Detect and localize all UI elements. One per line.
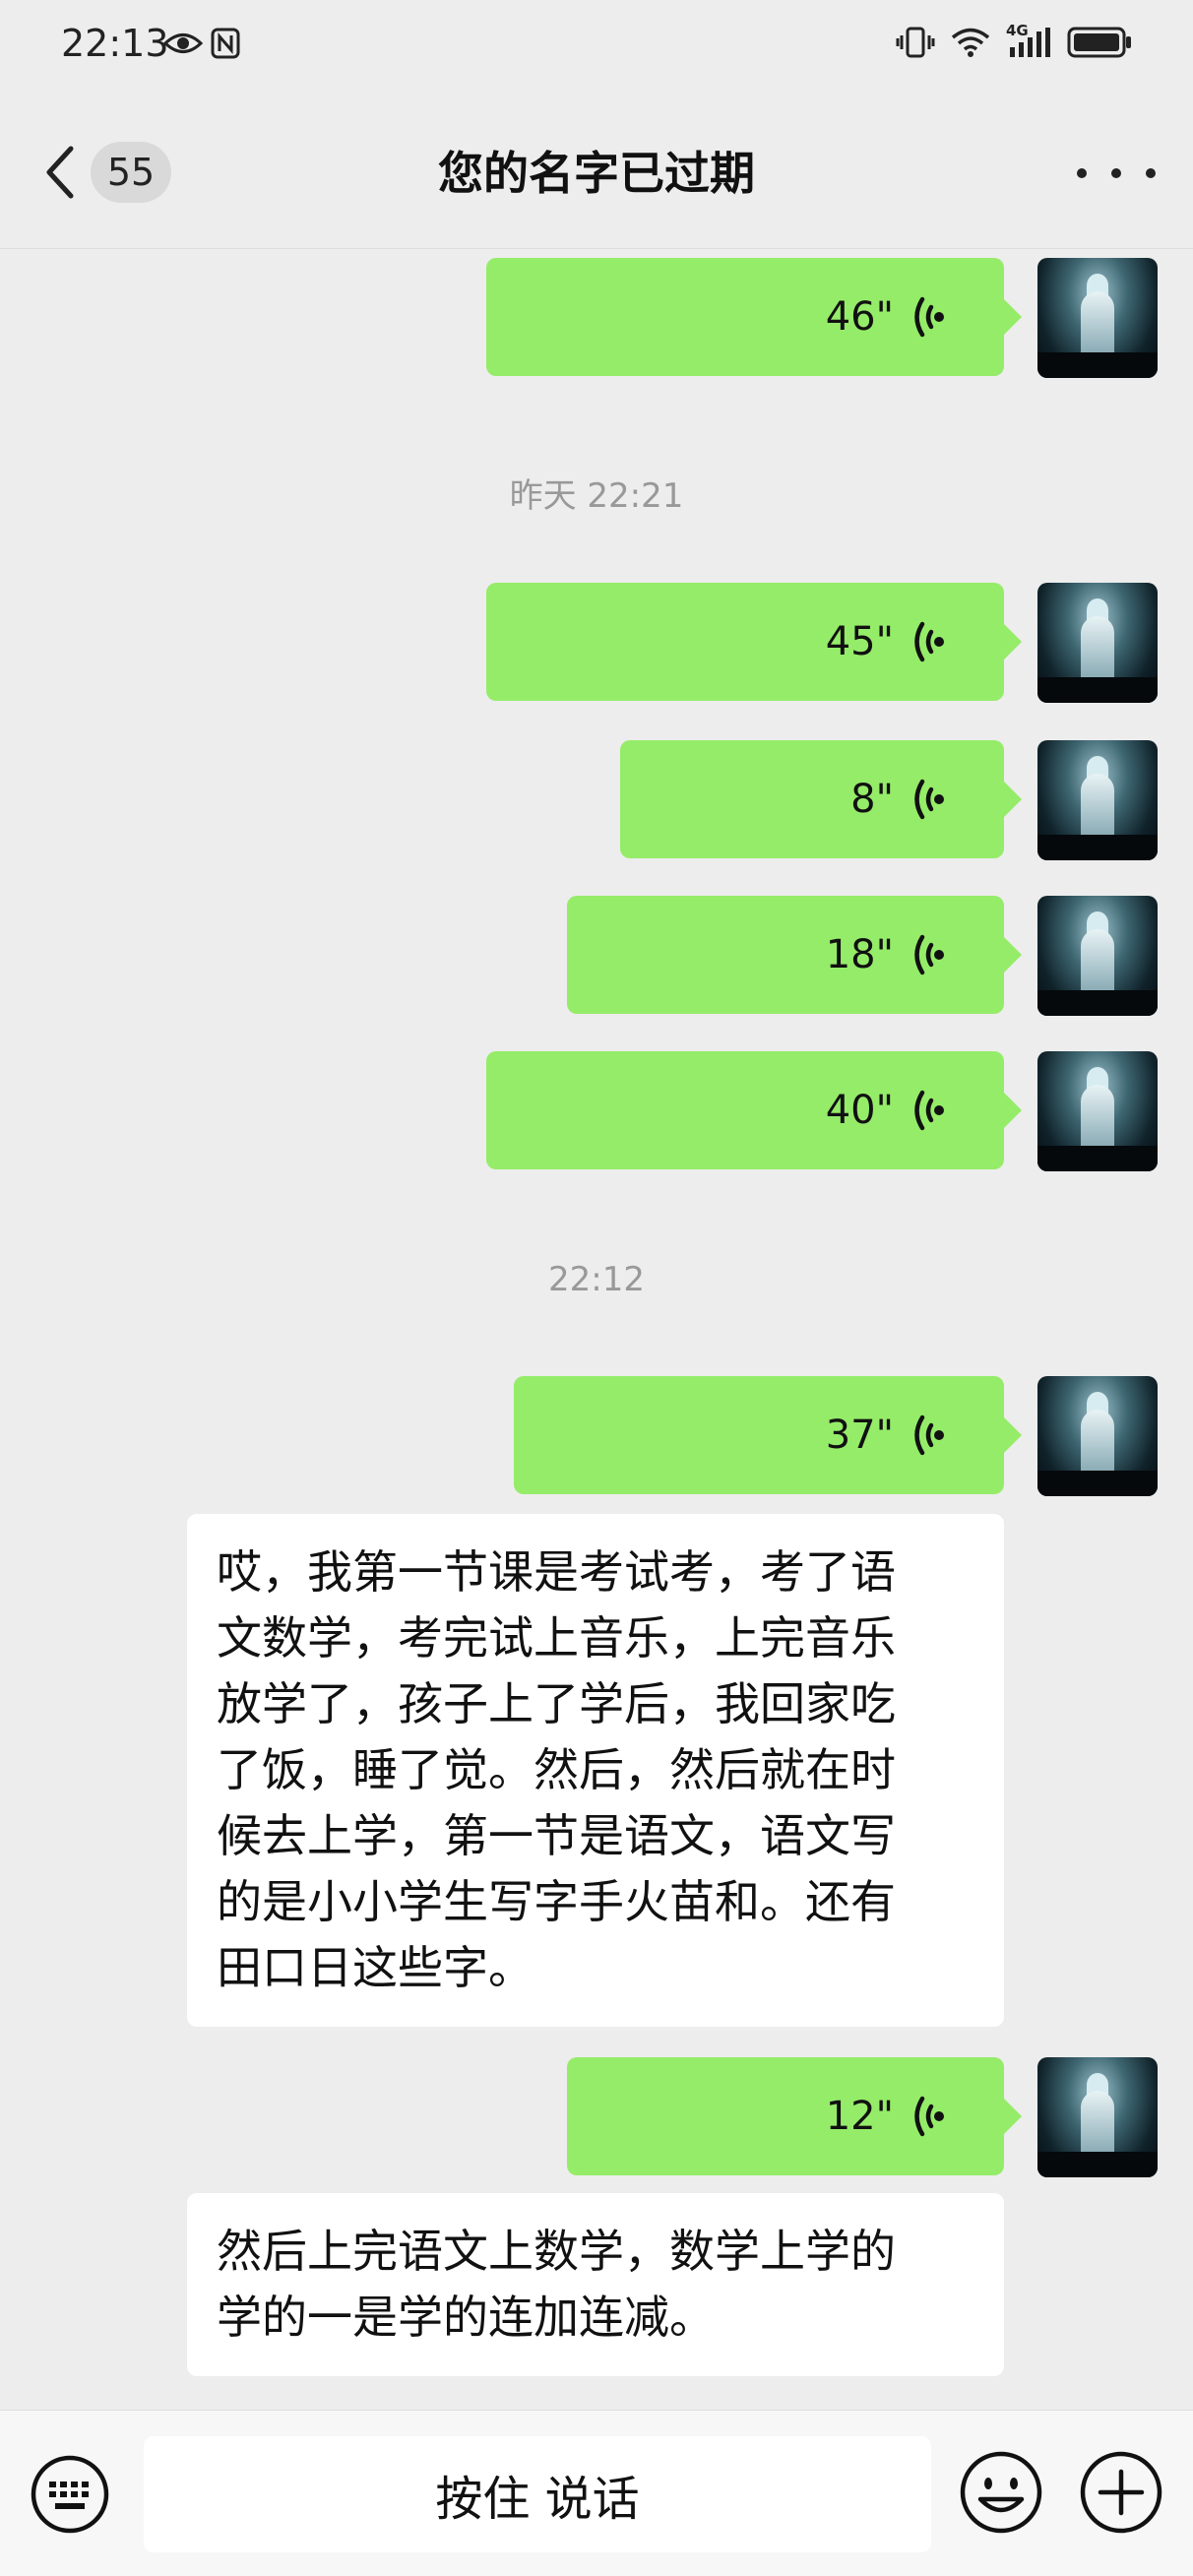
input-bar: 按住 说话 (0, 2410, 1193, 2576)
avatar[interactable] (1037, 1051, 1158, 1171)
voice-duration: 37" (825, 1413, 894, 1458)
keyboard-icon[interactable] (30, 2454, 110, 2535)
transcript-line: 的是小小学生写字手火苗和。还有 (217, 1875, 896, 1928)
voice-message[interactable]: 46" (486, 258, 1022, 376)
voice-wave-icon (914, 934, 944, 975)
transcript-line: 放学了，孩子上了学后，我回家吃 (217, 1677, 896, 1730)
voice-message[interactable]: 12" (567, 2057, 1022, 2175)
chat-header: 55 您的名字已过期 (0, 94, 1193, 249)
voice-wave-icon (914, 1414, 944, 1456)
hold-to-talk-button[interactable]: 按住 说话 (144, 2436, 931, 2552)
voice-transcript-bubble[interactable]: 哎，我第一节课是考试考，考了语 文数学，考完试上音乐，上完音乐 放学了，孩子上了… (187, 1514, 1004, 2027)
voice-wave-icon (914, 1090, 944, 1131)
chat-title: 您的名字已过期 (438, 147, 755, 200)
more-button[interactable] (1077, 144, 1156, 203)
status-bar: 22:13 4G (0, 0, 1193, 94)
voice-duration: 8" (850, 777, 894, 822)
voice-message[interactable]: 37" (514, 1376, 1022, 1494)
message-timestamp: 22:12 (548, 1260, 645, 1299)
status-time: 22:13 (61, 22, 169, 65)
wifi-icon (951, 28, 990, 57)
message-timestamp: 昨天 22:21 (509, 476, 684, 516)
voice-duration: 45" (825, 619, 894, 664)
voice-duration: 12" (825, 2094, 894, 2139)
voice-duration: 40" (825, 1088, 894, 1133)
voice-duration: 18" (825, 932, 894, 977)
signal-4g-icon: 4G (1006, 22, 1051, 59)
voice-message[interactable]: 40" (486, 1051, 1022, 1169)
transcript-line: 哎，我第一节课是考试考，考了语 (217, 1545, 896, 1599)
voice-message[interactable]: 8" (620, 740, 1022, 858)
voice-message[interactable]: 45" (486, 583, 1022, 701)
transcript-line: 学的一是学的连加连减。 (217, 2291, 715, 2344)
voice-message[interactable]: 18" (567, 896, 1022, 1014)
plus-icon[interactable] (1079, 2450, 1163, 2535)
nfc-icon (211, 28, 240, 59)
vibrate-icon (896, 27, 935, 58)
voice-wave-icon (914, 621, 944, 662)
battery-icon (1067, 27, 1131, 58)
more-dots-icon (1077, 168, 1087, 178)
status-right-icons: 4G (896, 22, 1132, 59)
avatar[interactable] (1037, 583, 1158, 703)
avatar[interactable] (1037, 1376, 1158, 1496)
status-left-icons (163, 28, 240, 59)
voice-duration: 46" (825, 294, 894, 340)
voice-wave-icon (914, 2096, 944, 2137)
avatar[interactable] (1037, 258, 1158, 378)
eye-icon (163, 33, 203, 53)
voice-wave-icon (914, 779, 944, 820)
transcript-line: 文数学，考完试上音乐，上完音乐 (217, 1611, 896, 1665)
voice-transcript-bubble[interactable]: 然后上完语文上数学，数学上学的 学的一是学的连加连减。 (187, 2193, 1004, 2376)
voice-wave-icon (914, 296, 944, 338)
emoji-icon[interactable] (959, 2450, 1043, 2535)
avatar[interactable] (1037, 2057, 1158, 2177)
avatar[interactable] (1037, 896, 1158, 1016)
transcript-line: 候去上学，第一节是语文，语文写 (217, 1809, 896, 1862)
transcript-line: 田口日这些字。 (217, 1941, 534, 1994)
transcript-line: 然后上完语文上数学，数学上学的 (217, 2225, 896, 2278)
transcript-line: 了饭，睡了觉。然后，然后就在时 (217, 1743, 896, 1796)
avatar[interactable] (1037, 740, 1158, 860)
